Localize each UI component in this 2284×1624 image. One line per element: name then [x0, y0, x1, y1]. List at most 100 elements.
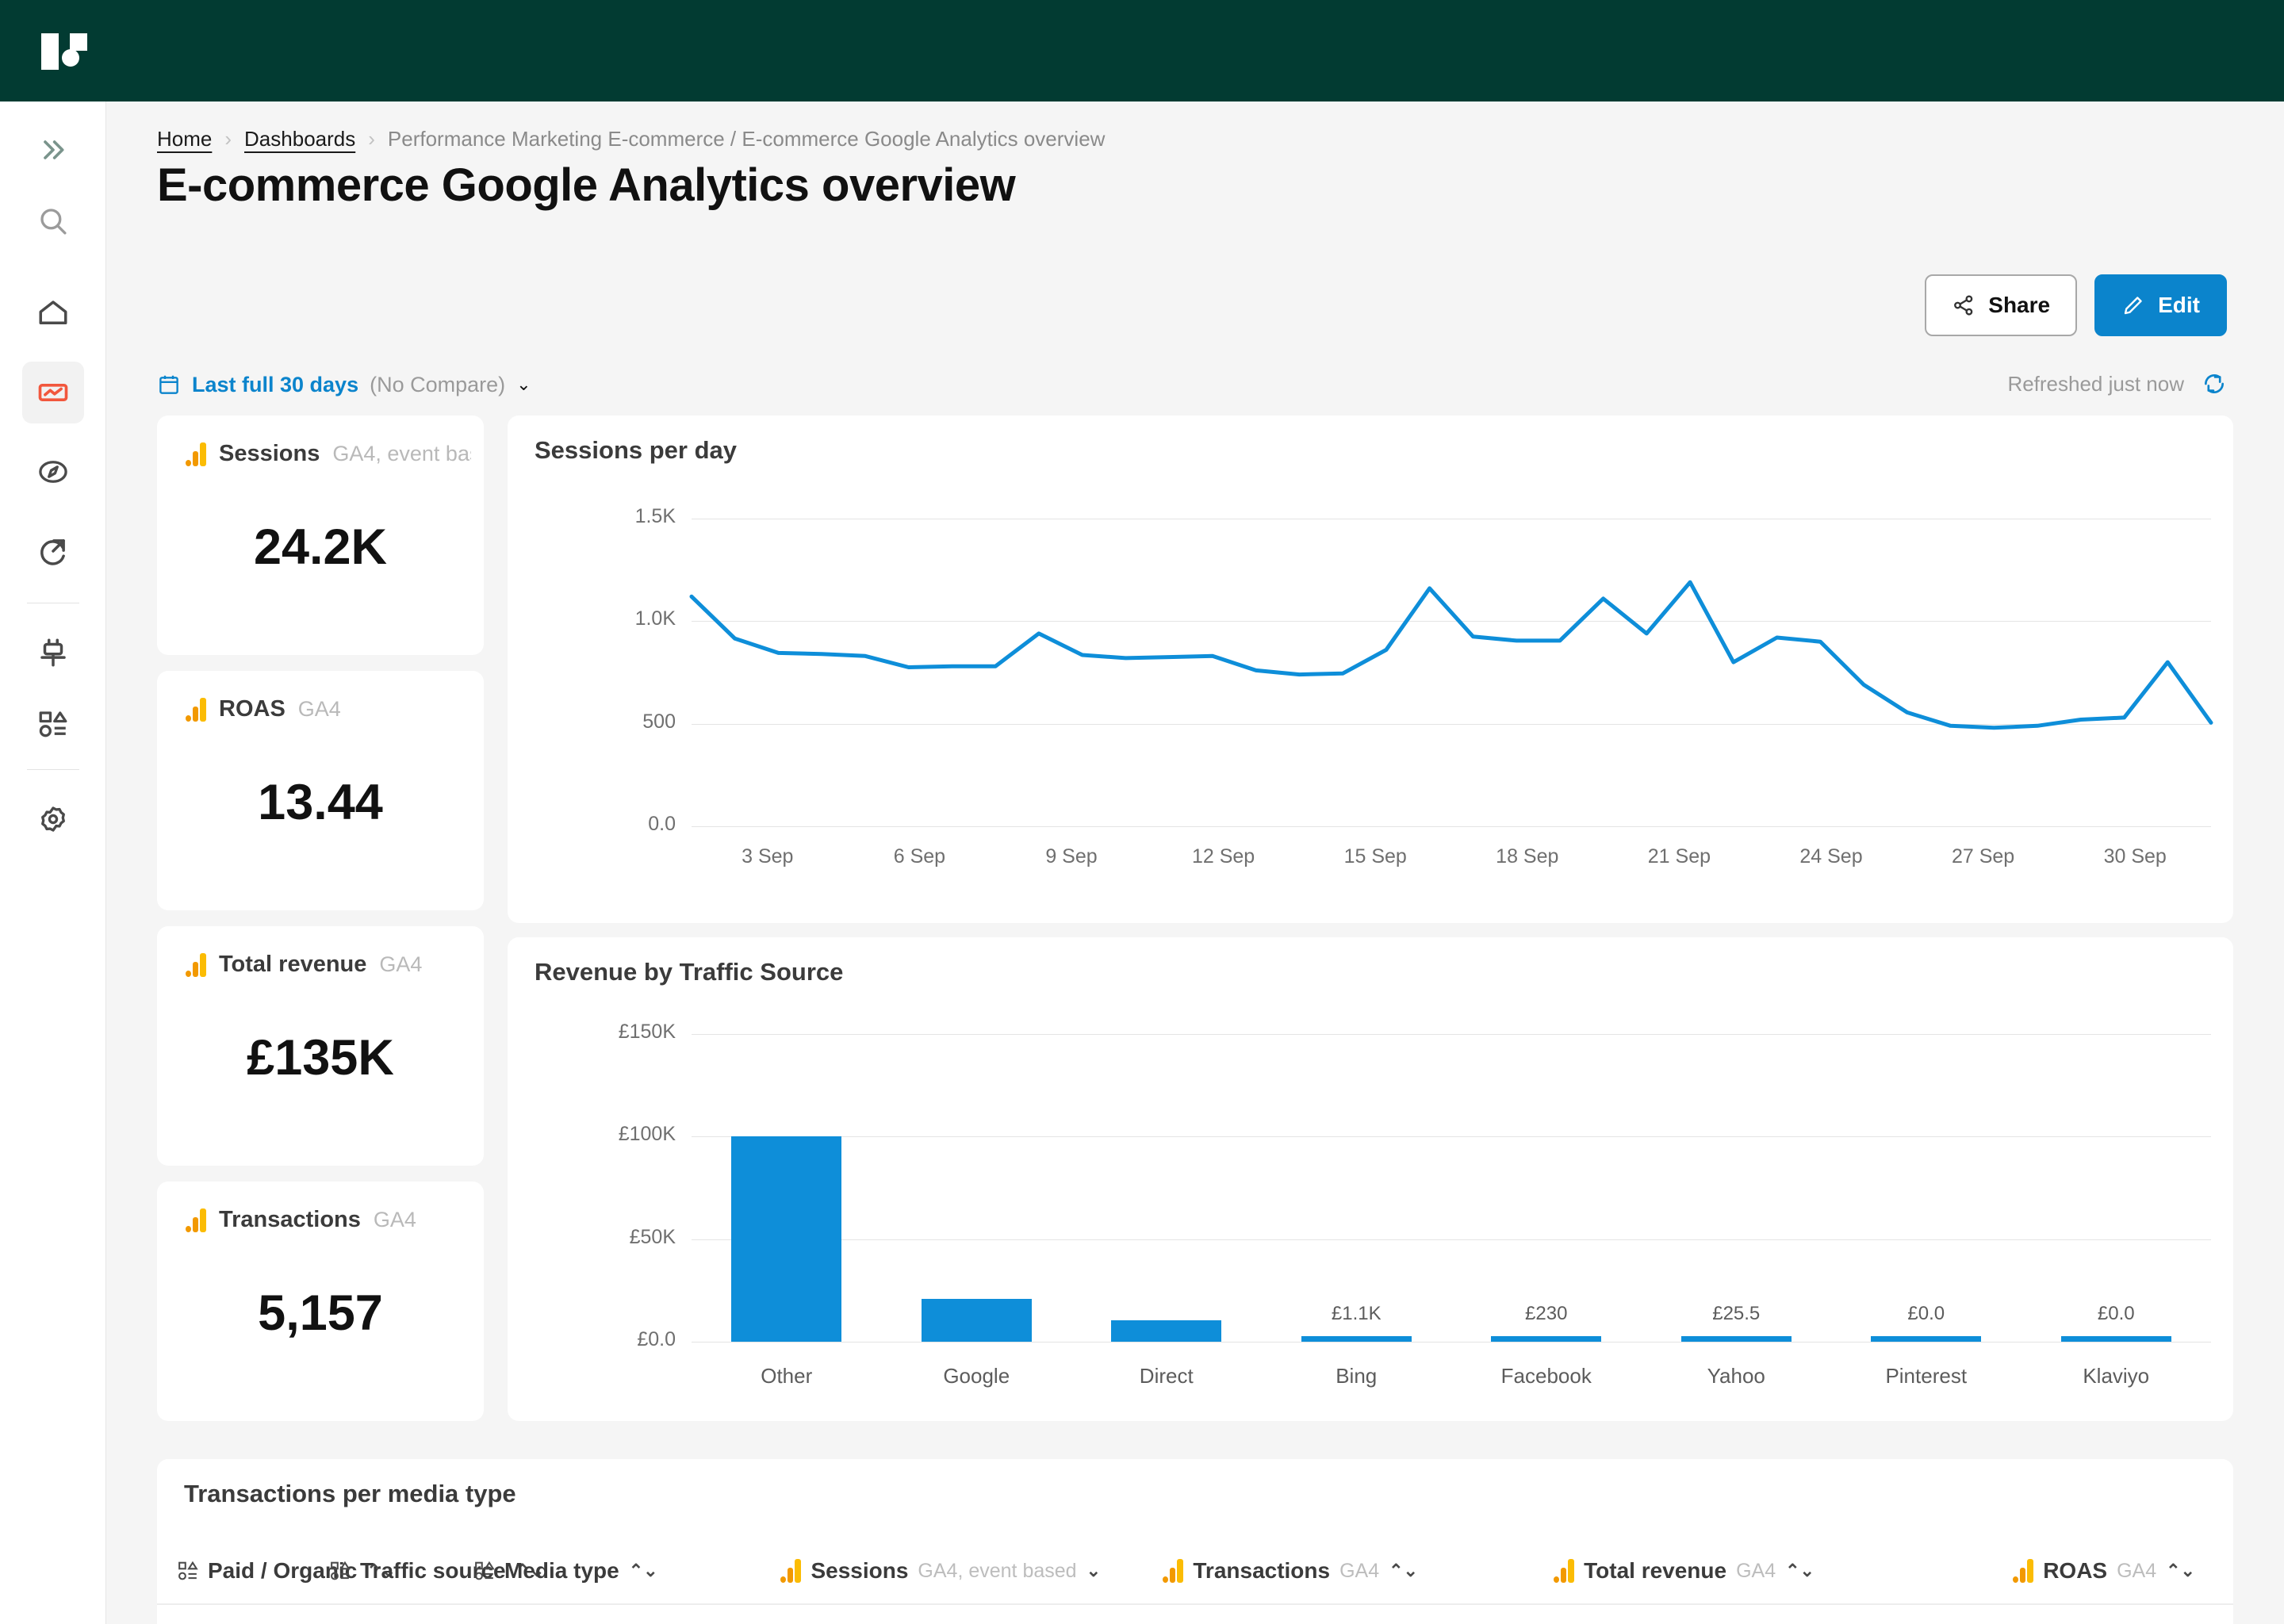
transactions-per-media-type-table[interactable]: Transactions per media type Paid / Organ… [157, 1459, 2233, 1624]
kpi-card-sessions[interactable]: Sessions GA4, event bas 24.2K [157, 416, 484, 655]
app-topbar [0, 0, 2284, 102]
kpi-card-total-revenue[interactable]: Total revenue GA4 £135K [157, 926, 484, 1166]
table-cell: £5,397.78 [1426, 1605, 1815, 1624]
table-column-header[interactable]: TransactionsGA4⌃⌄ [1109, 1537, 1418, 1605]
table-row[interactable]: OrganicGoogleSearch6,385165£5,397.78- [157, 1605, 2233, 1624]
table-column-label: ROAS [2043, 1558, 2107, 1584]
y-axis-tick-label: £100K [533, 1123, 676, 1146]
kpi-value: 24.2K [157, 519, 484, 576]
edit-button[interactable]: Edit [2094, 274, 2227, 336]
y-axis-tick-label: £50K [533, 1226, 676, 1249]
funnel-logo[interactable] [35, 29, 90, 73]
rail-divider-2 [27, 769, 79, 770]
sessions-per-day-chart-card[interactable]: Sessions per day 0.05001.0K1.5K3 Sep6 Se… [508, 416, 2233, 923]
connectors-plug-icon[interactable] [22, 622, 84, 684]
table-column-header[interactable]: ROASGA4⌃⌄ [1822, 1537, 2195, 1605]
date-range-picker[interactable]: Last full 30 days (No Compare) ⌄ [157, 363, 531, 406]
table-title: Transactions per media type [184, 1480, 516, 1508]
table-header-row: Paid / Organic⌃⌄Traffic source⌃⌄Media ty… [157, 1537, 2233, 1605]
logo-bar-shape [41, 33, 59, 70]
sort-desc-icon[interactable]: ⌄ [1086, 1561, 1101, 1581]
kpi-card-transactions[interactable]: Transactions GA4 5,157 [157, 1182, 484, 1421]
gridline [692, 1239, 2211, 1240]
logo-circle-shape [62, 49, 79, 67]
bar[interactable] [1871, 1336, 1981, 1342]
kpi-value: £135K [157, 1029, 484, 1086]
chevron-down-icon: ⌄ [516, 374, 531, 395]
bar[interactable] [1301, 1336, 1412, 1342]
pencil-icon [2121, 293, 2145, 317]
expand-sidebar-icon[interactable] [22, 119, 84, 181]
table-column-header[interactable]: Paid / Organic⌃⌄ [178, 1537, 328, 1605]
bar[interactable] [1491, 1336, 1601, 1342]
left-nav-rail [0, 102, 106, 1624]
home-icon[interactable] [22, 282, 84, 344]
share-button[interactable]: Share [1925, 274, 2077, 336]
dimension-icon [474, 1561, 495, 1581]
bar-value-label: £0.0 [1997, 1303, 2235, 1325]
table-column-label: Media type [504, 1558, 619, 1584]
bar[interactable] [1681, 1336, 1792, 1342]
sort-toggle-icon[interactable]: ⌃⌄ [1785, 1561, 1815, 1581]
table-column-header[interactable]: Media type ⌃⌄ [474, 1537, 704, 1605]
table-cell: 6,385 [712, 1605, 1101, 1624]
dimension-icon [178, 1561, 198, 1581]
sort-toggle-icon[interactable]: ⌃⌄ [1389, 1561, 1418, 1581]
date-range-label: Last full 30 days [192, 373, 358, 397]
refresh-status: Refreshed just now [2007, 371, 2227, 396]
gridline [692, 1136, 2211, 1137]
kpi-source: GA4 [379, 952, 422, 977]
share-nodes-icon [1952, 293, 1976, 317]
data-shapes-icon[interactable] [22, 693, 84, 755]
kpi-card-roas[interactable]: ROAS GA4 13.44 [157, 671, 484, 910]
bar-plot-area: £0.0£50K£100K£150KOtherGoogleDirect£1.1K… [508, 937, 2233, 1421]
refresh-status-label: Refreshed just now [2007, 372, 2184, 396]
table-column-label: Transactions [1193, 1558, 1330, 1584]
bar-category-label: Klaviyo [1997, 1364, 2235, 1388]
x-axis-tick-label: 9 Sep [984, 845, 1159, 868]
search-icon[interactable] [22, 190, 84, 252]
kpi-source: GA4 [374, 1208, 416, 1232]
main-content: Home › Dashboards › Performance Marketin… [106, 102, 2284, 1624]
breadcrumb-current: Performance Marketing E-commerce / E-com… [388, 127, 1106, 151]
ga4-icon [2013, 1559, 2033, 1583]
table-column-header[interactable]: SessionsGA4, event based⌄ [712, 1537, 1101, 1605]
sort-toggle-icon[interactable]: ⌃⌄ [629, 1561, 658, 1581]
bar[interactable] [922, 1299, 1032, 1342]
table-column-source: GA4 [1736, 1560, 1776, 1583]
share-arrow-icon[interactable] [22, 520, 84, 582]
sidebar-item-dashboards[interactable] [22, 362, 84, 423]
bar[interactable] [1111, 1320, 1221, 1342]
breadcrumb-home[interactable]: Home [157, 127, 212, 151]
table-cell: - [1822, 1605, 2195, 1624]
gear-icon[interactable] [22, 788, 84, 850]
gridline [692, 1034, 2211, 1035]
bar[interactable] [2061, 1336, 2171, 1342]
revenue-by-traffic-source-card[interactable]: Revenue by Traffic Source £0.0£50K£100K£… [508, 937, 2233, 1421]
kpi-title: ROAS [219, 696, 286, 722]
breadcrumb: Home › Dashboards › Performance Marketin… [157, 127, 1105, 151]
explore-compass-icon[interactable] [22, 441, 84, 503]
breadcrumb-separator-icon-2: › [368, 127, 375, 151]
sort-toggle-icon[interactable]: ⌃⌄ [2166, 1561, 2195, 1581]
table-cell: Search [474, 1605, 704, 1624]
breadcrumb-dashboards[interactable]: Dashboards [244, 127, 355, 151]
x-axis-tick-label: 15 Sep [1288, 845, 1462, 868]
table-column-header[interactable]: Traffic source⌃⌄ [330, 1537, 473, 1605]
kpi-header: ROAS GA4 [186, 696, 471, 722]
kpi-value: 13.44 [157, 774, 484, 831]
x-axis-tick-label: 21 Sep [1592, 845, 1766, 868]
dimension-icon [330, 1561, 351, 1581]
refresh-icon[interactable] [2202, 371, 2227, 396]
x-axis-tick-label: 30 Sep [2048, 845, 2222, 868]
x-axis-tick-label: 27 Sep [1896, 845, 2071, 868]
ga4-icon [186, 953, 206, 977]
table-cell: Organic [178, 1605, 328, 1624]
date-range-compare: (No Compare) [370, 373, 505, 397]
table-column-header[interactable]: Total revenueGA4⌃⌄ [1426, 1537, 1815, 1605]
bar[interactable] [731, 1136, 841, 1342]
table-cell: 165 [1109, 1605, 1418, 1624]
kpi-source: GA4, event bas [332, 442, 471, 466]
ga4-icon [186, 442, 206, 466]
x-axis-tick-label: 6 Sep [832, 845, 1006, 868]
